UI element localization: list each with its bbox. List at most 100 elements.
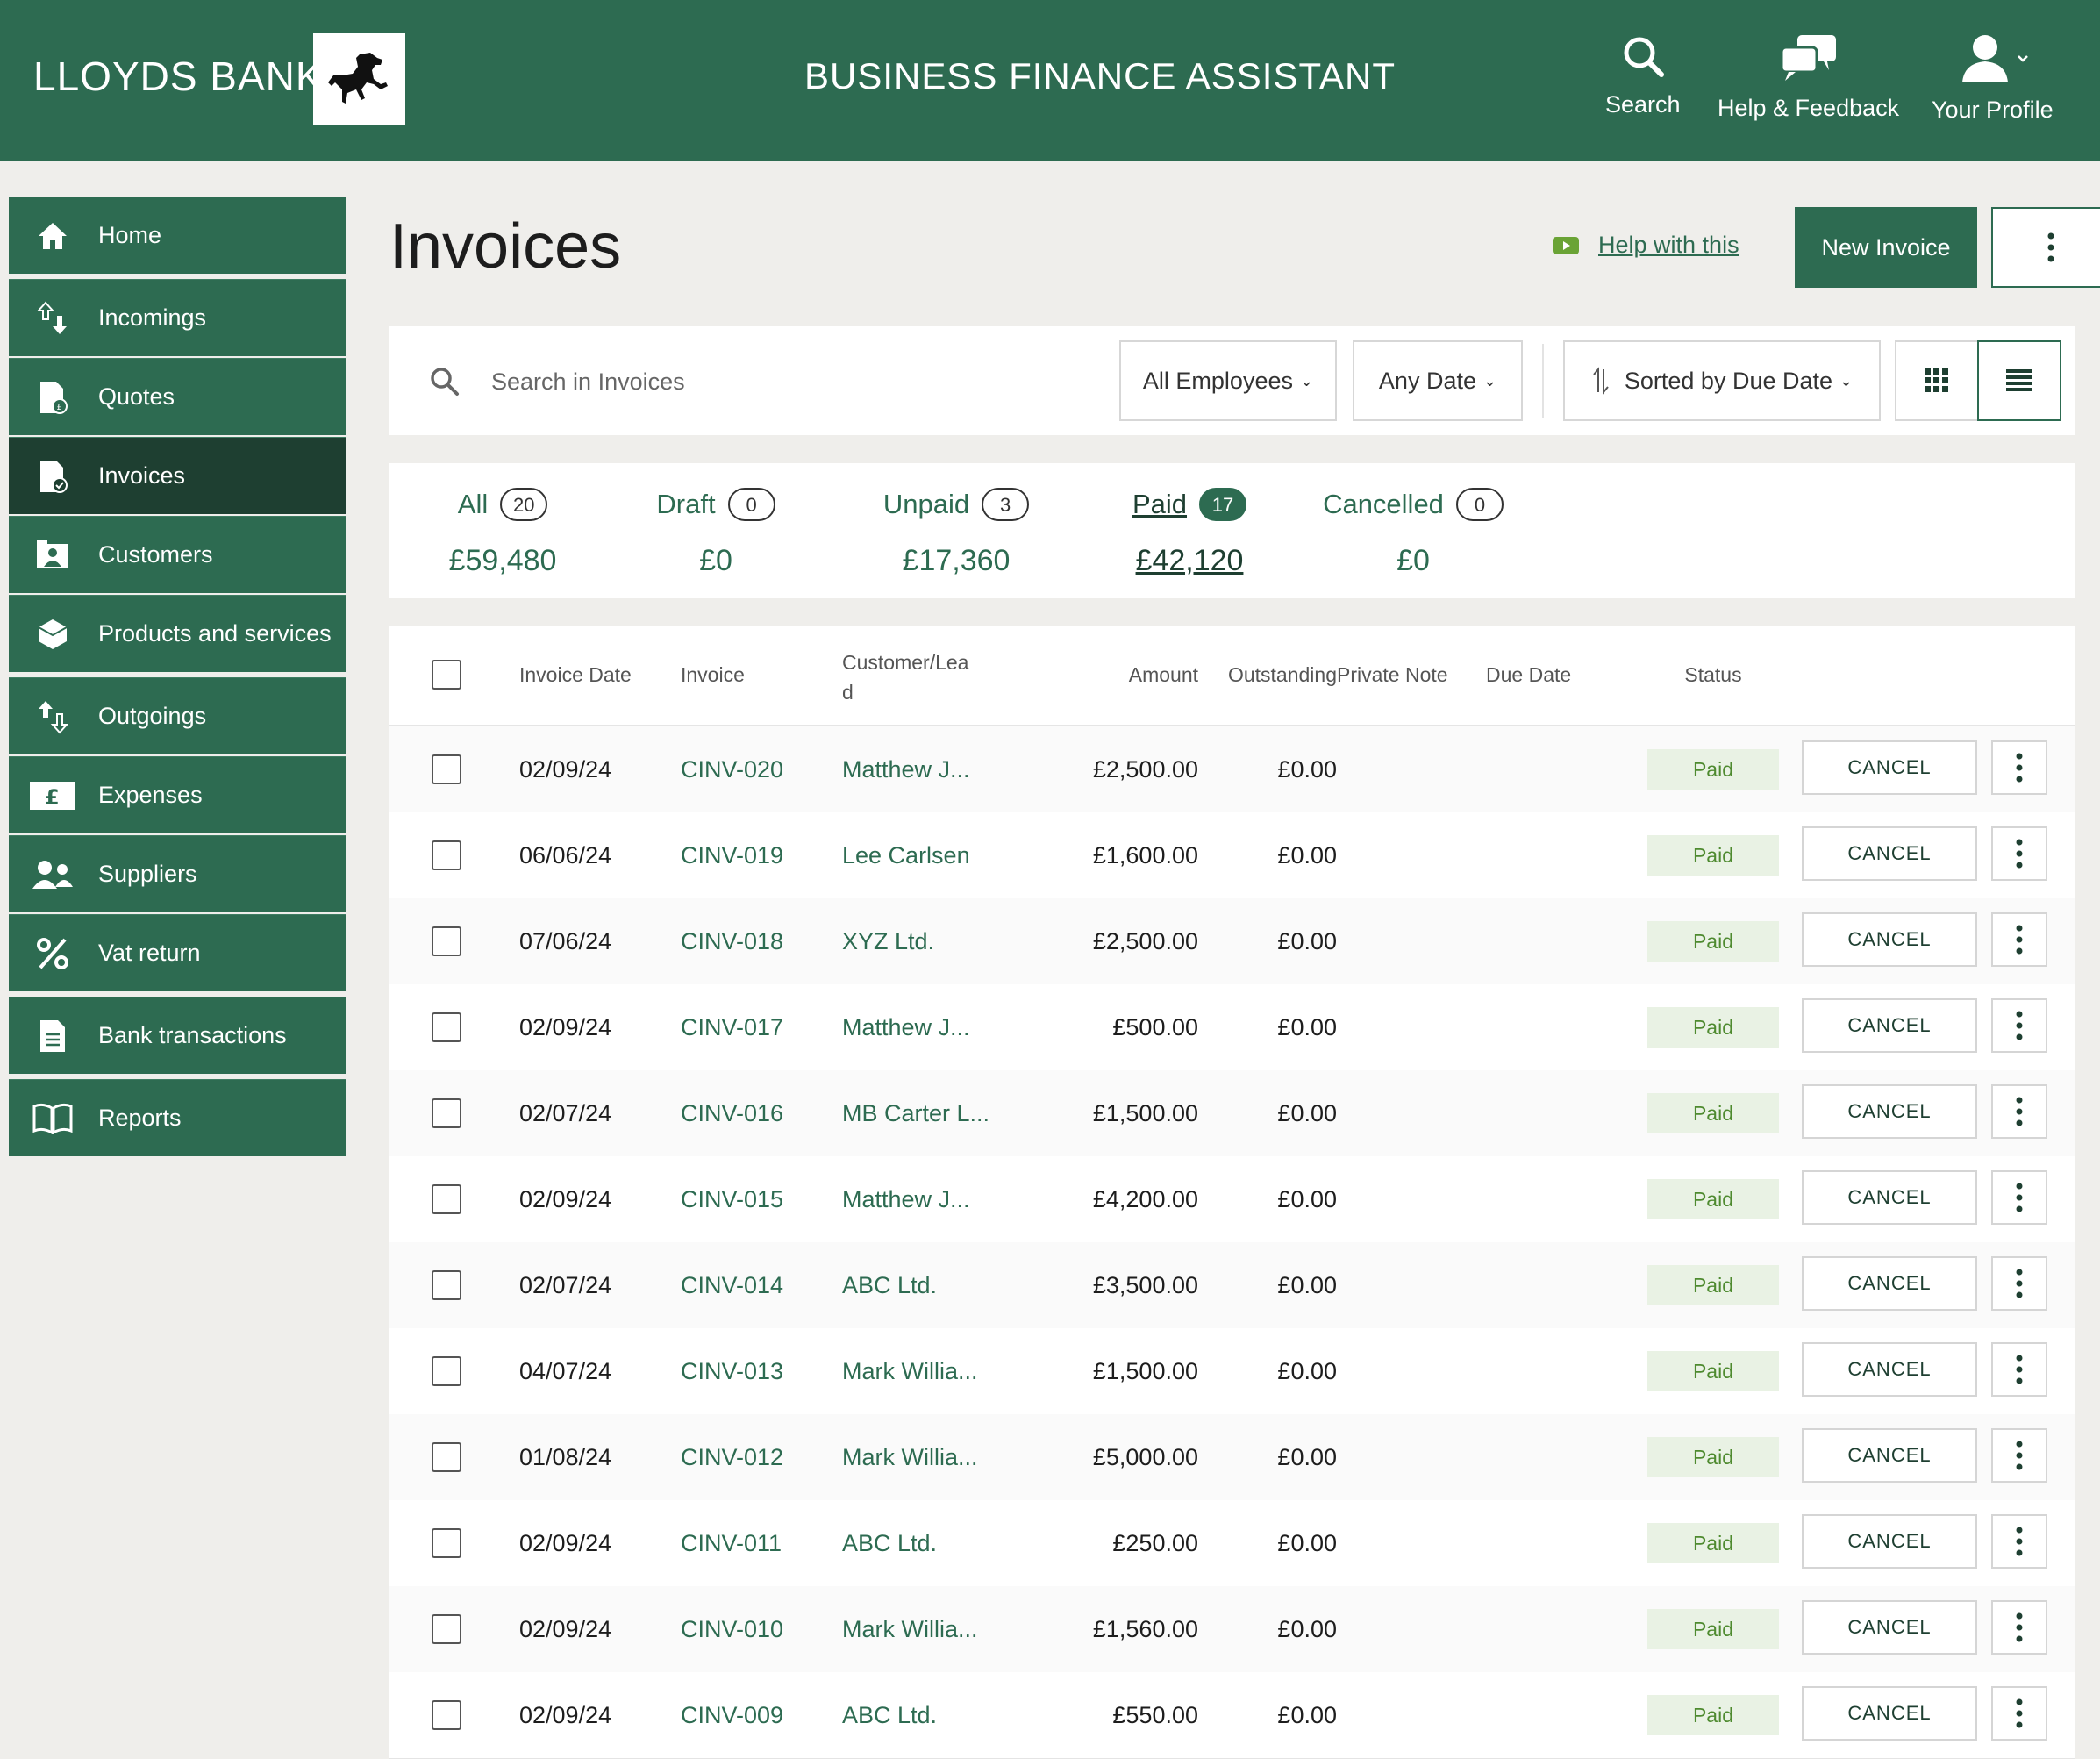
cancel-invoice-button[interactable]: CANCEL bbox=[1802, 1084, 1977, 1139]
row-checkbox[interactable] bbox=[432, 754, 461, 784]
cancel-invoice-button[interactable]: CANCEL bbox=[1802, 1170, 1977, 1225]
column-status[interactable]: Status bbox=[1647, 663, 1779, 687]
invoice-number-link[interactable]: CINV-017 bbox=[681, 1014, 783, 1041]
search-input[interactable] bbox=[489, 356, 1019, 407]
row-menu-button[interactable] bbox=[1991, 1170, 2047, 1225]
date-filter-dropdown[interactable]: Any Date ⌄ bbox=[1353, 340, 1523, 421]
sidebar-item-invoices[interactable]: Invoices bbox=[9, 437, 346, 514]
table-row[interactable]: 02/09/24 CINV-015 Matthew J... £4,200.00 £0.… bbox=[389, 1156, 2075, 1243]
your-profile-button[interactable]: Your Profile bbox=[1932, 33, 2054, 124]
table-row[interactable]: 02/07/24 CINV-016 MB Carter L... £1,500.00 £… bbox=[389, 1070, 2075, 1157]
row-checkbox[interactable] bbox=[432, 926, 461, 956]
column-private-note[interactable]: Private Note bbox=[1337, 663, 1448, 687]
invoice-number-link[interactable]: CINV-019 bbox=[681, 842, 783, 869]
sidebar-item-quotes[interactable]: £ Quotes bbox=[9, 358, 346, 435]
invoice-number-link[interactable]: CINV-014 bbox=[681, 1272, 783, 1299]
cancel-invoice-button[interactable]: CANCEL bbox=[1802, 1686, 1977, 1741]
tab-cancelled[interactable]: Cancelled 0 £0 bbox=[1323, 488, 1504, 578]
cancel-invoice-button[interactable]: CANCEL bbox=[1802, 1428, 1977, 1483]
cancel-invoice-button[interactable]: CANCEL bbox=[1802, 826, 1977, 881]
row-checkbox[interactable] bbox=[432, 1356, 461, 1386]
row-checkbox[interactable] bbox=[432, 1700, 461, 1730]
row-menu-button[interactable] bbox=[1991, 912, 2047, 967]
sidebar-item-reports[interactable]: Reports bbox=[9, 1079, 346, 1156]
table-row[interactable]: 01/08/24 CINV-012 Mark Willia... £5,000.00 £… bbox=[389, 1414, 2075, 1501]
more-options-button[interactable] bbox=[1991, 207, 2100, 288]
sidebar-item-expenses[interactable]: £ Expenses bbox=[9, 756, 346, 833]
grid-view-button[interactable] bbox=[1895, 340, 1979, 421]
help-with-this-link[interactable]: Help with this bbox=[1553, 232, 1739, 259]
table-row[interactable]: 02/09/24 CINV-017 Matthew J... £500.00 £0.00… bbox=[389, 984, 2075, 1071]
table-row[interactable]: 02/09/24 CINV-011 ABC Ltd. £250.00 £0.00 Paid… bbox=[389, 1500, 2075, 1587]
invoice-number-link[interactable]: CINV-010 bbox=[681, 1616, 783, 1643]
invoice-number-link[interactable]: CINV-020 bbox=[681, 756, 783, 783]
customer-link[interactable]: ABC Ltd. bbox=[842, 1702, 937, 1729]
invoice-number-link[interactable]: CINV-015 bbox=[681, 1186, 783, 1213]
list-view-button[interactable] bbox=[1977, 340, 2061, 421]
customer-link[interactable]: ABC Ltd. bbox=[842, 1272, 937, 1299]
table-row[interactable]: 02/09/24 CINV-009 ABC Ltd. £550.00 £0.00 Paid… bbox=[389, 1672, 2075, 1759]
row-checkbox[interactable] bbox=[432, 1442, 461, 1472]
sidebar-item-suppliers[interactable]: Suppliers bbox=[9, 835, 346, 912]
row-checkbox[interactable] bbox=[432, 1614, 461, 1644]
column-customer-lead[interactable]: Customer/Lea d bbox=[842, 647, 968, 707]
tab-draft[interactable]: Draft 0 £0 bbox=[654, 488, 777, 578]
invoice-number-link[interactable]: CINV-016 bbox=[681, 1100, 783, 1127]
customer-link[interactable]: XYZ Ltd. bbox=[842, 928, 934, 955]
invoice-number-link[interactable]: CINV-012 bbox=[681, 1444, 783, 1471]
sidebar-item-products-services[interactable]: Products and services bbox=[9, 595, 346, 672]
row-menu-button[interactable] bbox=[1991, 998, 2047, 1053]
sidebar-item-vat-return[interactable]: Vat return bbox=[9, 914, 346, 991]
table-row[interactable]: 07/06/24 CINV-018 XYZ Ltd. £2,500.00 £0.00 Pa… bbox=[389, 898, 2075, 985]
row-menu-button[interactable] bbox=[1991, 1256, 2047, 1311]
tab-all[interactable]: All 20 £59,480 bbox=[437, 488, 568, 578]
customer-link[interactable]: Mark Willia... bbox=[842, 1444, 978, 1471]
column-due-date[interactable]: Due Date bbox=[1486, 663, 1571, 687]
cancel-invoice-button[interactable]: CANCEL bbox=[1802, 1514, 1977, 1569]
cancel-invoice-button[interactable]: CANCEL bbox=[1802, 912, 1977, 967]
column-amount[interactable]: Amount bbox=[1065, 663, 1198, 687]
row-menu-button[interactable] bbox=[1991, 1600, 2047, 1655]
row-menu-button[interactable] bbox=[1991, 1084, 2047, 1139]
row-checkbox[interactable] bbox=[432, 1184, 461, 1214]
row-checkbox[interactable] bbox=[432, 1528, 461, 1558]
sidebar-item-home[interactable]: Home bbox=[9, 197, 346, 274]
cancel-invoice-button[interactable]: CANCEL bbox=[1802, 998, 1977, 1053]
sidebar-item-outgoings[interactable]: Outgoings bbox=[9, 677, 346, 754]
table-row[interactable]: 04/07/24 CINV-013 Mark Willia... £1,500.00 £… bbox=[389, 1328, 2075, 1415]
tab-unpaid[interactable]: Unpaid 3 £17,360 bbox=[879, 488, 1033, 578]
column-invoice-date[interactable]: Invoice Date bbox=[519, 663, 632, 687]
cancel-invoice-button[interactable]: CANCEL bbox=[1802, 1342, 1977, 1397]
sidebar-item-customers[interactable]: Customers bbox=[9, 516, 346, 593]
invoice-number-link[interactable]: CINV-018 bbox=[681, 928, 783, 955]
header-search-button[interactable]: Search bbox=[1605, 33, 1681, 118]
lloyds-horse-logo[interactable] bbox=[313, 33, 405, 125]
customer-link[interactable]: Lee Carlsen bbox=[842, 842, 970, 869]
cancel-invoice-button[interactable]: CANCEL bbox=[1802, 1600, 1977, 1655]
help-feedback-button[interactable]: Help & Feedback bbox=[1718, 33, 1899, 122]
row-menu-button[interactable] bbox=[1991, 1342, 2047, 1397]
table-row[interactable]: 02/09/24 CINV-010 Mark Willia... £1,560.00 £… bbox=[389, 1586, 2075, 1673]
column-outstanding[interactable]: Outstanding bbox=[1188, 663, 1337, 687]
customer-link[interactable]: MB Carter L... bbox=[842, 1100, 989, 1127]
row-menu-button[interactable] bbox=[1991, 826, 2047, 881]
row-menu-button[interactable] bbox=[1991, 1428, 2047, 1483]
column-invoice[interactable]: Invoice bbox=[681, 663, 745, 687]
sidebar-item-bank-transactions[interactable]: Bank transactions bbox=[9, 997, 346, 1074]
sidebar-item-incomings[interactable]: Incomings bbox=[9, 279, 346, 356]
row-checkbox[interactable] bbox=[432, 1270, 461, 1300]
cancel-invoice-button[interactable]: CANCEL bbox=[1802, 1256, 1977, 1311]
customer-link[interactable]: Matthew J... bbox=[842, 756, 970, 783]
select-all-checkbox[interactable] bbox=[432, 660, 461, 690]
row-menu-button[interactable] bbox=[1991, 740, 2047, 795]
customer-link[interactable]: Matthew J... bbox=[842, 1014, 970, 1041]
row-menu-button[interactable] bbox=[1991, 1514, 2047, 1569]
table-row[interactable]: 02/07/24 CINV-014 ABC Ltd. £3,500.00 £0.00 Pa… bbox=[389, 1242, 2075, 1329]
invoice-number-link[interactable]: CINV-009 bbox=[681, 1702, 783, 1729]
customer-link[interactable]: Mark Willia... bbox=[842, 1358, 978, 1385]
customer-link[interactable]: Mark Willia... bbox=[842, 1616, 978, 1643]
row-menu-button[interactable] bbox=[1991, 1686, 2047, 1741]
cancel-invoice-button[interactable]: CANCEL bbox=[1802, 740, 1977, 795]
invoice-number-link[interactable]: CINV-013 bbox=[681, 1358, 783, 1385]
table-row[interactable]: 06/06/24 CINV-019 Lee Carlsen £1,600.00 £0.0… bbox=[389, 812, 2075, 899]
